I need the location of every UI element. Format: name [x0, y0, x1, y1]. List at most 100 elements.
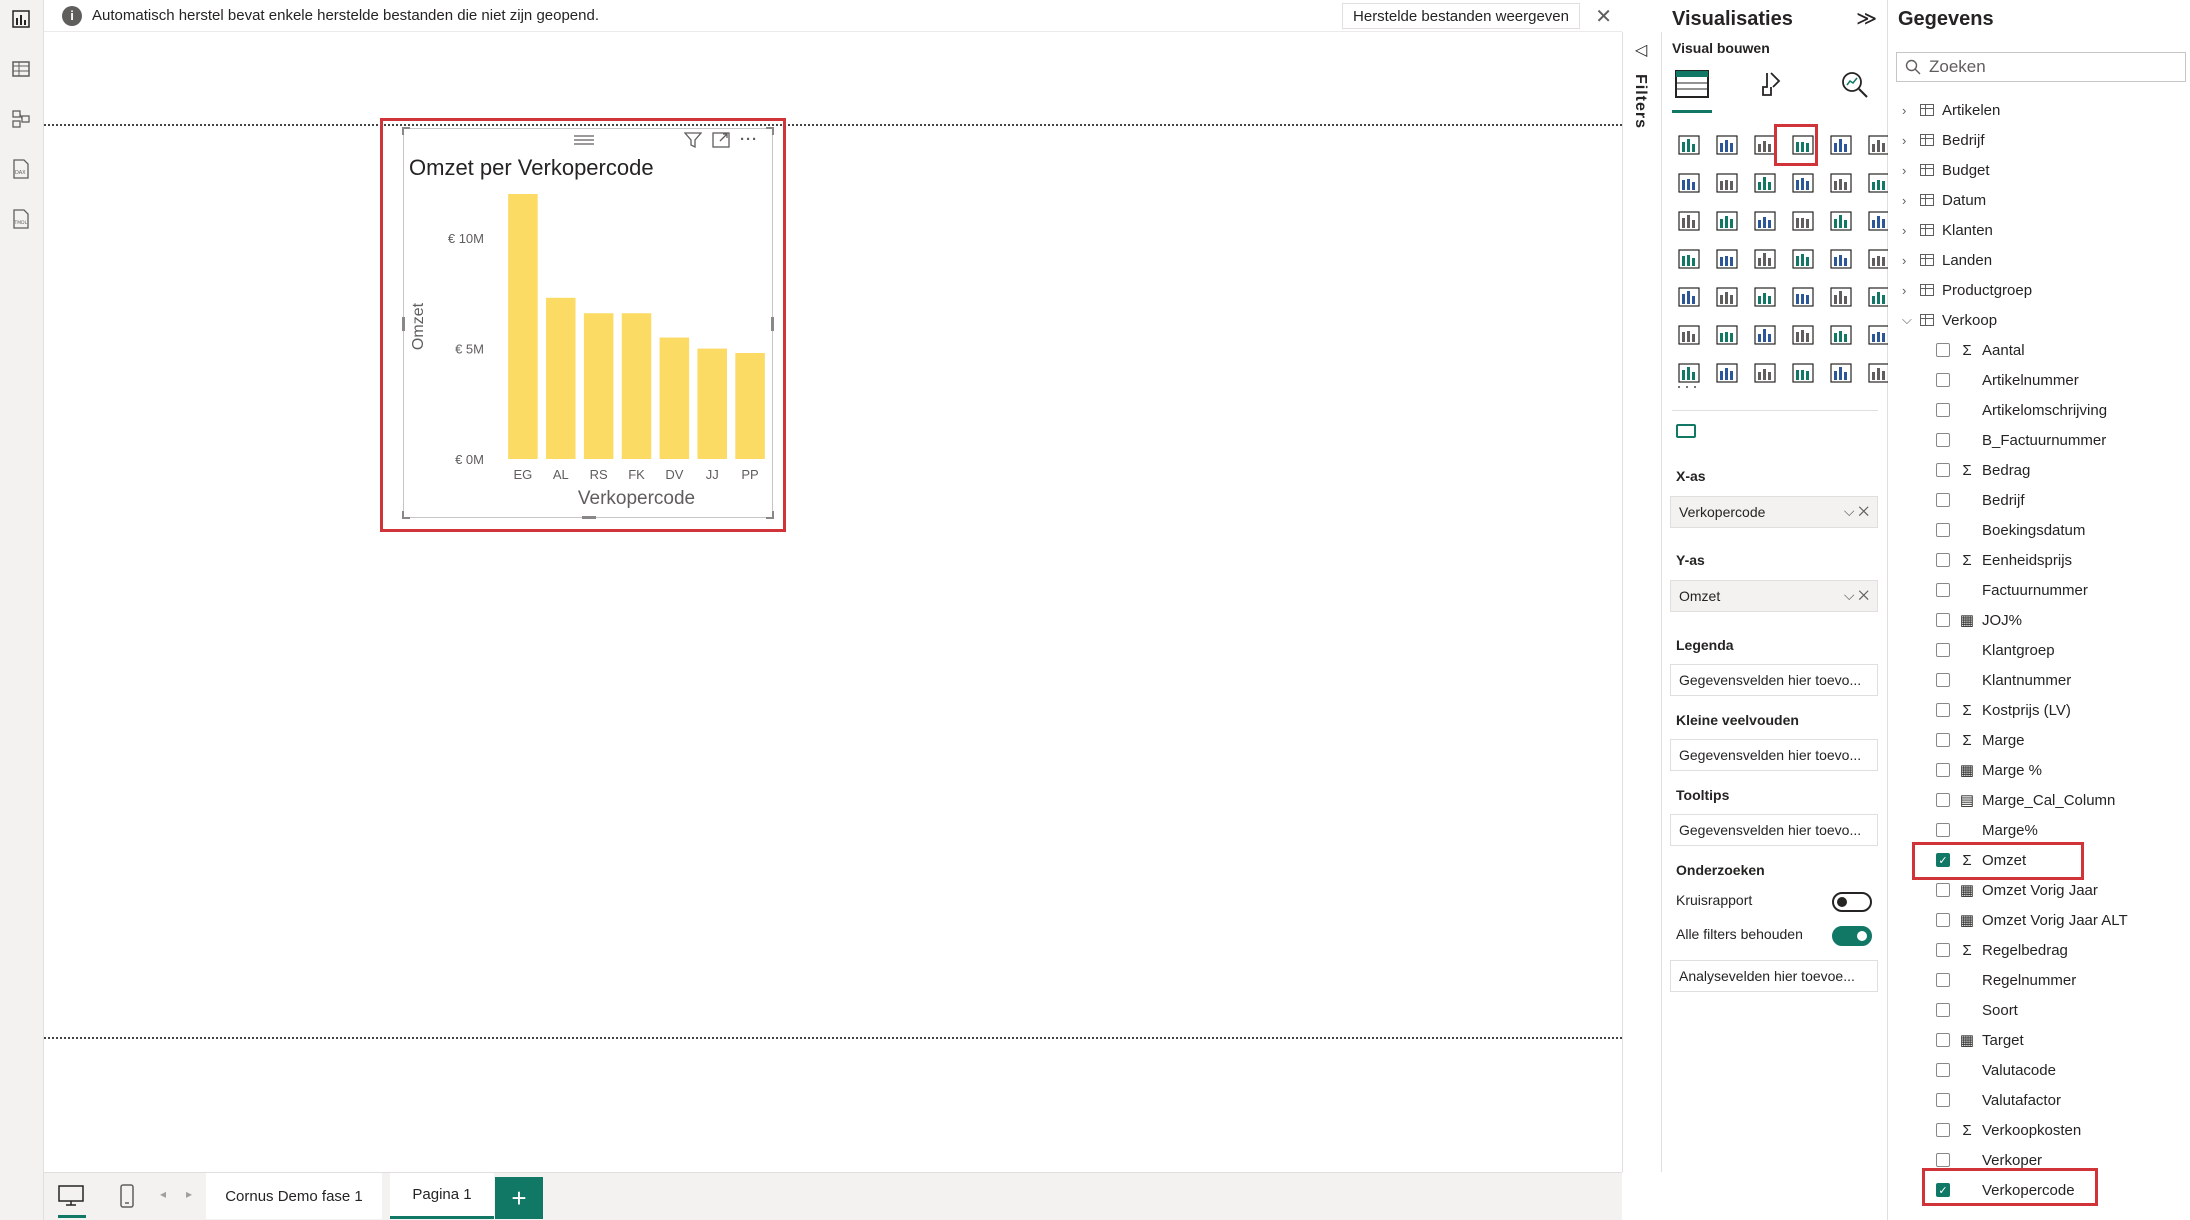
pie-icon[interactable]	[1824, 204, 1858, 238]
kpi-icon[interactable]	[1710, 280, 1744, 314]
field-checkbox[interactable]	[1936, 433, 1950, 447]
key-influencers-icon[interactable]	[1710, 318, 1744, 352]
filters-label[interactable]: Filters	[1631, 74, 1649, 129]
field-item[interactable]: Marge%	[1936, 818, 2038, 842]
chevron-right-icon[interactable]: ›	[1902, 223, 1918, 238]
treemap-icon[interactable]	[1672, 242, 1706, 276]
format-visual-icon[interactable]	[1752, 64, 1792, 104]
search-input[interactable]: Zoeken	[1896, 52, 2186, 82]
field-item[interactable]: ▦ Target	[1936, 1028, 2024, 1052]
field-item[interactable]: Artikelnummer	[1936, 368, 2079, 392]
well-controls[interactable]: ⌵ ✕	[1844, 587, 1869, 604]
ribbon-icon[interactable]	[1786, 166, 1820, 200]
build-visual-tab[interactable]	[1672, 64, 1712, 104]
table-item[interactable]: › Landen	[1902, 248, 1992, 272]
field-item[interactable]: Klantgroep	[1936, 638, 2055, 662]
collapse-arrow-icon[interactable]: ◁	[1635, 40, 1647, 60]
report-view-icon[interactable]	[6, 4, 36, 34]
chevron-right-icon[interactable]: ›	[1902, 193, 1918, 208]
field-checkbox[interactable]	[1936, 1093, 1950, 1107]
drag-grip-icon[interactable]	[574, 133, 594, 147]
field-checkbox[interactable]	[1936, 823, 1950, 837]
field-checkbox[interactable]	[1936, 1063, 1950, 1077]
field-item[interactable]: Σ Regelbedrag	[1936, 938, 2068, 962]
line-chart-icon[interactable]	[1672, 166, 1706, 200]
chevron-right-icon[interactable]: ›	[1902, 103, 1918, 118]
field-item[interactable]: Σ Kostprijs (LV)	[1936, 698, 2071, 722]
field-item[interactable]: ▤ Marge_Cal_Column	[1936, 788, 2115, 812]
table-item[interactable]: › Bedrijf	[1902, 128, 1985, 152]
add-page-button[interactable]: +	[495, 1177, 543, 1219]
table-view-icon[interactable]	[6, 54, 36, 84]
field-checkbox[interactable]	[1936, 523, 1950, 537]
field-checkbox[interactable]	[1936, 613, 1950, 627]
field-checkbox[interactable]	[1936, 973, 1950, 987]
field-item[interactable]: ▦ Omzet Vorig Jaar	[1936, 878, 2098, 902]
scatter-icon[interactable]	[1786, 204, 1820, 238]
more-options-icon[interactable]: ···	[740, 131, 758, 148]
qna-icon[interactable]	[1786, 318, 1820, 352]
table-item[interactable]: › Artikelen	[1902, 98, 2000, 122]
field-item[interactable]: Σ Eenheidsprijs	[1936, 548, 2072, 572]
table-item[interactable]: › Productgroep	[1902, 278, 2032, 302]
field-item[interactable]: ▦ Omzet Vorig Jaar ALT	[1936, 908, 2128, 932]
dax-query-view-icon[interactable]: DAX	[6, 154, 36, 184]
legend-well[interactable]: Gegevensvelden hier toevo...	[1670, 664, 1878, 696]
chevron-right-icon[interactable]: ›	[1902, 283, 1918, 298]
field-checkbox[interactable]	[1936, 463, 1950, 477]
field-item[interactable]: Artikelomschrijving	[1936, 398, 2107, 422]
map-icon[interactable]	[1710, 242, 1744, 276]
report-canvas[interactable]: i Automatisch herstel bevat enkele herst…	[44, 0, 1622, 1172]
field-checkbox[interactable]	[1936, 913, 1950, 927]
keep-filters-toggle[interactable]	[1832, 926, 1872, 946]
field-checkbox[interactable]	[1936, 733, 1950, 747]
field-checkbox[interactable]	[1936, 673, 1950, 687]
close-icon[interactable]: ✕	[1595, 4, 1612, 29]
field-checkbox[interactable]	[1936, 583, 1950, 597]
collapse-pane-icon[interactable]: ≫	[1856, 6, 1877, 31]
chevron-right-icon[interactable]: ›	[1902, 133, 1918, 148]
field-item[interactable]: B_Factuurnummer	[1936, 428, 2106, 452]
stacked-column-icon[interactable]	[1710, 128, 1744, 162]
tab-cornus-demo[interactable]: Cornus Demo fase 1	[206, 1173, 382, 1219]
field-item[interactable]: ▦ JOJ%	[1936, 608, 2022, 632]
field-item[interactable]: Klantnummer	[1936, 668, 2071, 692]
gauge-icon[interactable]	[1824, 242, 1858, 276]
field-item[interactable]: Σ Verkoopkosten	[1936, 1118, 2081, 1142]
table-item-expanded[interactable]: ⌵ Verkoop	[1902, 308, 1997, 332]
fields-icon[interactable]	[1676, 424, 1696, 438]
field-checkbox[interactable]	[1936, 1033, 1950, 1047]
scroll-left-icon[interactable]: ◂	[160, 1187, 166, 1201]
field-checkbox[interactable]	[1936, 1153, 1950, 1167]
slicer-icon[interactable]	[1748, 280, 1782, 314]
field-item[interactable]: Factuurnummer	[1936, 578, 2088, 602]
waterfall-icon[interactable]	[1672, 204, 1706, 238]
matrix-icon[interactable]	[1824, 280, 1858, 314]
table-item[interactable]: › Datum	[1902, 188, 1986, 212]
field-item[interactable]: Valutafactor	[1936, 1088, 2061, 1112]
field-checkbox[interactable]	[1936, 553, 1950, 567]
yaxis-well[interactable]: Omzet ⌵ ✕	[1670, 580, 1878, 612]
field-item[interactable]: Σ Bedrag	[1936, 458, 2030, 482]
field-checkbox[interactable]	[1936, 1123, 1950, 1137]
tmdl-view-icon[interactable]: TMDL	[6, 204, 36, 234]
field-item[interactable]: ▦ Marge %	[1936, 758, 2042, 782]
python-visual-icon[interactable]	[1672, 318, 1706, 352]
field-item[interactable]: Boekingsdatum	[1936, 518, 2085, 542]
paginated-icon[interactable]	[1824, 318, 1858, 352]
small-multiples-well[interactable]: Gegevensvelden hier toevo...	[1670, 739, 1878, 771]
chevron-right-icon[interactable]: ›	[1902, 163, 1918, 178]
model-view-icon[interactable]	[6, 104, 36, 134]
tooltips-well[interactable]: Gegevensvelden hier toevo...	[1670, 814, 1878, 846]
field-checkbox[interactable]	[1936, 373, 1950, 387]
field-checkbox[interactable]	[1936, 703, 1950, 717]
filled-map-icon[interactable]	[1748, 242, 1782, 276]
tab-pagina-1[interactable]: Pagina 1	[390, 1173, 494, 1219]
column-icon[interactable]	[1710, 204, 1744, 238]
field-checkbox[interactable]	[1936, 793, 1950, 807]
100-bar-icon[interactable]	[1824, 128, 1858, 162]
filter-icon[interactable]	[683, 131, 703, 153]
table-icon[interactable]	[1786, 280, 1820, 314]
multirow-card-icon[interactable]	[1672, 280, 1706, 314]
field-checkbox[interactable]	[1936, 883, 1950, 897]
